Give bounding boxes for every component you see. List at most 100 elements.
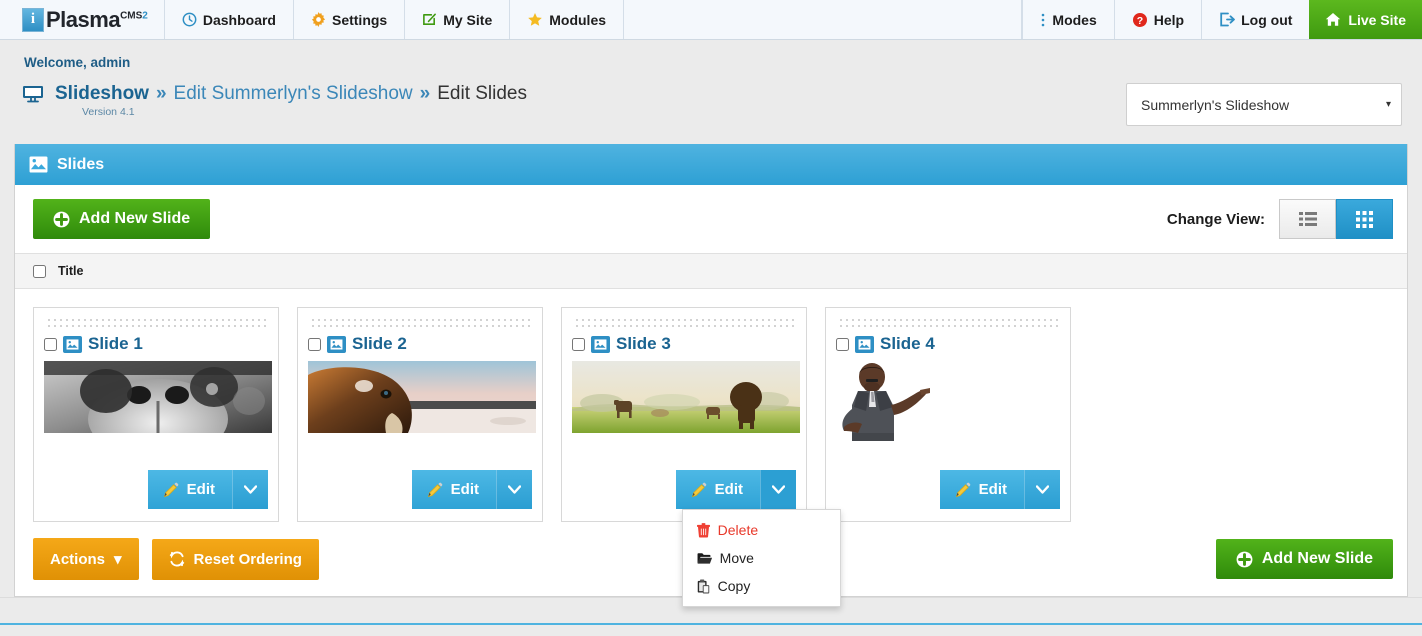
add-new-slide-bottom-label: Add New Slide — [1261, 550, 1373, 567]
edit-button[interactable]: Edit — [675, 470, 760, 509]
nav-item-settings[interactable]: Settings — [293, 0, 406, 39]
select-all-checkbox[interactable] — [33, 264, 46, 278]
slide-card[interactable]: Slide 4 Edit — [825, 307, 1071, 522]
menu-item-copy[interactable]: Copy — [683, 572, 840, 600]
nav-item-logout[interactable]: Log out — [1201, 0, 1310, 39]
nav-item-modules-label: Modules — [549, 11, 607, 28]
brand-wordmark: PlasmaCMS2 — [46, 7, 148, 33]
slide-select-checkbox[interactable] — [836, 337, 849, 351]
slide-context-menu: Delete Move Copy — [681, 509, 841, 607]
breadcrumb-parent[interactable]: Edit Summerlyn's Slideshow — [174, 83, 413, 105]
live-site-button[interactable]: Live Site — [1309, 0, 1422, 39]
grid-view-icon — [1356, 210, 1373, 228]
slide-select-checkbox[interactable] — [308, 337, 321, 351]
nav-item-logout-label: Log out — [1241, 11, 1293, 28]
slide-card-title-row: Slide 4 — [836, 334, 1060, 354]
slide-card[interactable]: Slide 3 Edit Delete Move Copy — [561, 307, 841, 607]
nav-item-help-label: Help — [1153, 11, 1185, 28]
nav-item-dashboard[interactable]: Dashboard — [164, 0, 294, 39]
edit-split-button: Edit — [411, 470, 532, 509]
chevron-down-icon: ▾ — [1385, 99, 1391, 110]
edit-button[interactable]: Edit — [147, 470, 232, 509]
pencil-icon — [163, 482, 179, 498]
breadcrumb-root[interactable]: Slideshow — [55, 83, 149, 105]
nav-item-my-site-label: My Site — [443, 11, 493, 28]
nav-item-my-site[interactable]: My Site — [405, 0, 511, 39]
menu-item-delete[interactable]: Delete — [683, 516, 840, 544]
nav-item-help[interactable]: ? Help — [1113, 0, 1202, 39]
menu-item-move[interactable]: Move — [683, 544, 840, 572]
slide-title[interactable]: Slide 3 — [616, 334, 671, 354]
edit-split-button: Edit — [147, 470, 268, 509]
drag-handle[interactable] — [574, 316, 796, 328]
page-header-row: Slideshow » Edit Summerlyn's Slideshow »… — [0, 70, 1422, 126]
edit-button-label: Edit — [714, 481, 743, 498]
slideshow-select[interactable]: Summerlyn's Slideshow ▾ — [1126, 83, 1402, 126]
brand-sup-cms: CMS — [120, 10, 143, 22]
edit-dropdown-toggle[interactable] — [1024, 470, 1060, 509]
nav-item-modules[interactable]: Modules — [510, 0, 625, 39]
edit-button[interactable]: Edit — [411, 470, 496, 509]
slides-table-header: Title — [15, 253, 1407, 289]
nav-item-modes-label: Modes — [1052, 11, 1097, 28]
edit-button[interactable]: Edit — [939, 470, 1024, 509]
slide-thumbnail[interactable] — [44, 361, 272, 433]
view-grid-button[interactable] — [1336, 199, 1393, 239]
pencil-icon — [427, 482, 443, 498]
slide-select-checkbox[interactable] — [572, 337, 585, 351]
slide-card-actions: Edit — [836, 456, 1060, 509]
help-circle-icon: ? — [1132, 12, 1148, 28]
slides-toolbar: Add New Slide Change View: — [15, 185, 1407, 253]
pencil-icon — [691, 482, 707, 498]
actions-button[interactable]: Actions ▾ — [33, 538, 139, 580]
edit-dropdown-toggle[interactable] — [760, 470, 796, 509]
brand-superscript: CMS2 — [120, 10, 148, 21]
edit-dropdown-toggle[interactable] — [496, 470, 532, 509]
slide-title[interactable]: Slide 2 — [352, 334, 407, 354]
breadcrumb: Slideshow » Edit Summerlyn's Slideshow »… — [22, 83, 1126, 105]
actions-button-label: Actions — [50, 550, 106, 568]
home-icon — [1325, 12, 1341, 27]
slideshow-select-value: Summerlyn's Slideshow — [1141, 96, 1290, 113]
drag-handle[interactable] — [46, 316, 268, 328]
brand-word-text: Plasma — [46, 6, 121, 32]
edit-dropdown-toggle[interactable] — [232, 470, 268, 509]
brand-logo[interactable]: i PlasmaCMS2 — [0, 0, 165, 39]
chevron-down-icon: ▾ — [114, 551, 122, 568]
slide-thumbnail[interactable] — [572, 361, 800, 433]
nav-item-modes[interactable]: Modes — [1022, 0, 1114, 39]
star-icon — [527, 12, 543, 28]
slide-select-checkbox[interactable] — [44, 337, 57, 351]
reset-ordering-button[interactable]: Reset Ordering — [151, 538, 319, 580]
nav-item-settings-label: Settings — [331, 11, 388, 28]
svg-text:?: ? — [1137, 15, 1143, 27]
brand-sup-two: 2 — [142, 10, 148, 22]
drag-handle[interactable] — [838, 316, 1060, 328]
slide-thumbnail[interactable] — [836, 361, 932, 443]
add-new-slide-button-top[interactable]: Add New Slide — [33, 199, 211, 239]
edit-button-label: Edit — [978, 481, 1007, 498]
column-header-title: Title — [58, 264, 84, 278]
slide-card[interactable]: Slide 2 Edit — [297, 307, 543, 522]
drag-handle[interactable] — [310, 316, 532, 328]
image-icon — [591, 335, 610, 353]
change-view-group: Change View: — [1167, 199, 1393, 239]
add-new-slide-button-bottom[interactable]: Add New Slide — [1215, 539, 1393, 579]
slide-thumbnail[interactable] — [308, 361, 536, 433]
slide-title[interactable]: Slide 4 — [880, 334, 935, 354]
gear-icon — [311, 12, 326, 27]
vertical-dots-icon — [1040, 12, 1046, 28]
pencil-icon — [955, 482, 971, 498]
live-site-label: Live Site — [1348, 11, 1406, 28]
list-view-icon — [1298, 211, 1317, 227]
slide-card-title-row: Slide 3 — [572, 334, 796, 354]
menu-item-delete-label: Delete — [717, 522, 759, 538]
view-list-button[interactable] — [1279, 199, 1336, 239]
folder-open-icon — [697, 552, 712, 565]
edit-square-icon — [422, 12, 437, 27]
slide-card[interactable]: Slide 1 Edit — [33, 307, 279, 522]
top-navigation-bar: i PlasmaCMS2 Dashboard Settings My Site … — [0, 0, 1422, 40]
slide-title[interactable]: Slide 1 — [88, 334, 143, 354]
desktop-icon — [22, 85, 44, 103]
brand-mark-icon: i — [22, 7, 44, 32]
